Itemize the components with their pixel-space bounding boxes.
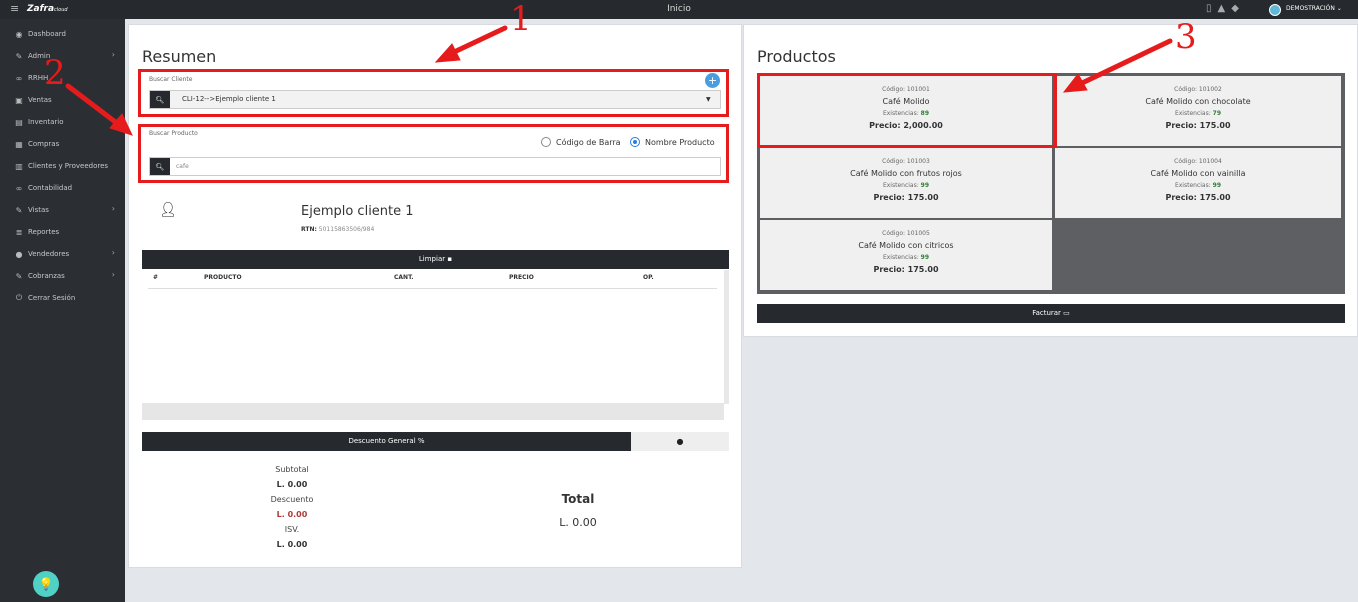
cart-icon: ▦ <box>15 139 23 149</box>
top-bar: ≡ Zafracloud Inicio ▯ ▲ ◆ DEMOSTRACIÓN ⌄ <box>0 0 1358 19</box>
discount-label: Descuento <box>270 495 314 504</box>
product-card[interactable]: Código: 101003 Café Molido con frutos ro… <box>760 148 1052 218</box>
user-icon: ● <box>15 249 23 259</box>
product-card[interactable]: Código: 101002 Café Molido con chocolate… <box>1055 76 1341 146</box>
list-icon: ≣ <box>15 227 23 237</box>
client-rtn: RTN: 50115863506/984 <box>301 226 375 233</box>
total-label: Total <box>561 492 595 506</box>
power-icon: ⏻ <box>15 293 23 302</box>
client-name: Ejemplo cliente 1 <box>301 204 414 219</box>
annotation-box-1 <box>138 69 729 117</box>
total-value: L. 0.00 <box>559 516 597 529</box>
annotation-number-2: 2 <box>44 53 66 93</box>
user-menu[interactable]: DEMOSTRACIÓN ⌄ <box>1286 5 1342 12</box>
annotation-box-2 <box>138 124 729 183</box>
trash-icon: ▪ <box>447 255 453 263</box>
sidebar-item-inventario[interactable]: ▤ Inventario <box>0 111 125 133</box>
table-divider <box>148 288 717 289</box>
link-icon: ∞ <box>15 73 23 83</box>
chevron-right-icon: › <box>111 204 115 213</box>
discount-value: L. 0.00 <box>276 510 308 519</box>
wrench-icon: ✎ <box>15 51 23 61</box>
sidebar-item-reportes[interactable]: ≣ Reportes <box>0 221 125 243</box>
sidebar-item-compras[interactable]: ▦ Compras <box>0 133 125 155</box>
info-button[interactable]: ● <box>631 432 729 451</box>
product-card[interactable]: Código: 101004 Café Molido con vainilla … <box>1055 148 1341 218</box>
link-icon: ∞ <box>15 183 23 193</box>
book-icon: ▥ <box>15 161 23 171</box>
sidebar-item-dashboard[interactable]: ◉ Dashboard <box>0 23 125 45</box>
credit-card-icon: ▭ <box>1063 309 1070 317</box>
edit-icon: ✎ <box>15 271 23 281</box>
sidebar-item-cerrar-sesion[interactable]: ⏻ Cerrar Sesión <box>0 287 125 309</box>
avatar[interactable] <box>1269 4 1281 16</box>
info-icon: ● <box>676 437 684 446</box>
vertical-scrollbar[interactable] <box>724 270 729 404</box>
lightbulb-icon[interactable]: 💡 <box>33 571 59 597</box>
invoice-button[interactable]: Facturar ▭ <box>757 304 1345 323</box>
subtotal-value: L. 0.00 <box>276 480 308 489</box>
edit-icon: ✎ <box>15 205 23 215</box>
sidebar-item-vistas[interactable]: ✎ Vistas › <box>0 199 125 221</box>
general-discount-button[interactable]: Descuento General % <box>142 432 631 451</box>
phone-icon[interactable]: ▯ <box>1206 3 1212 14</box>
chevron-right-icon: › <box>111 50 115 59</box>
dashboard-icon: ◉ <box>15 29 23 39</box>
sidebar-item-cobranzas[interactable]: ✎ Cobranzas › <box>0 265 125 287</box>
summary-title: Resumen <box>142 47 217 66</box>
subtotal-label: Subtotal <box>275 465 309 474</box>
products-title: Productos <box>757 47 836 66</box>
isv-label: ISV. <box>284 525 300 534</box>
top-icons: ▯ ▲ ◆ <box>1206 3 1239 14</box>
sidebar: ◉ Dashboard ✎ Admin › ∞ RRHH ▣ Ventas ▤ Invent… <box>0 19 125 602</box>
annotation-box-3 <box>757 73 1057 148</box>
sidebar-item-vendedores[interactable]: ● Vendedores › <box>0 243 125 265</box>
clear-button[interactable]: Limpiar ▪ <box>142 250 729 269</box>
chevron-right-icon: › <box>111 248 115 257</box>
video-icon: ▣ <box>15 95 23 105</box>
product-card[interactable]: Código: 101005 Café Molido con citricos … <box>760 220 1052 290</box>
horizontal-scrollbar[interactable] <box>142 403 724 420</box>
percent-icon: % <box>417 437 425 445</box>
user-icon: 👤︎ <box>159 202 177 218</box>
graduation-cap-icon[interactable]: ▲ <box>1218 3 1226 14</box>
tags-icon[interactable]: ◆ <box>1231 3 1239 14</box>
page-title: Inicio <box>667 4 691 14</box>
isv-value: L. 0.00 <box>276 540 308 549</box>
annotation-number-1: 1 <box>510 0 532 39</box>
box-icon: ▤ <box>15 117 23 127</box>
sidebar-item-clientes[interactable]: ▥ Clientes y Proveedores <box>0 155 125 177</box>
chevron-right-icon: › <box>111 270 115 279</box>
annotation-number-3: 3 <box>1175 17 1197 57</box>
sidebar-item-contabilidad[interactable]: ∞ Contabilidad <box>0 177 125 199</box>
